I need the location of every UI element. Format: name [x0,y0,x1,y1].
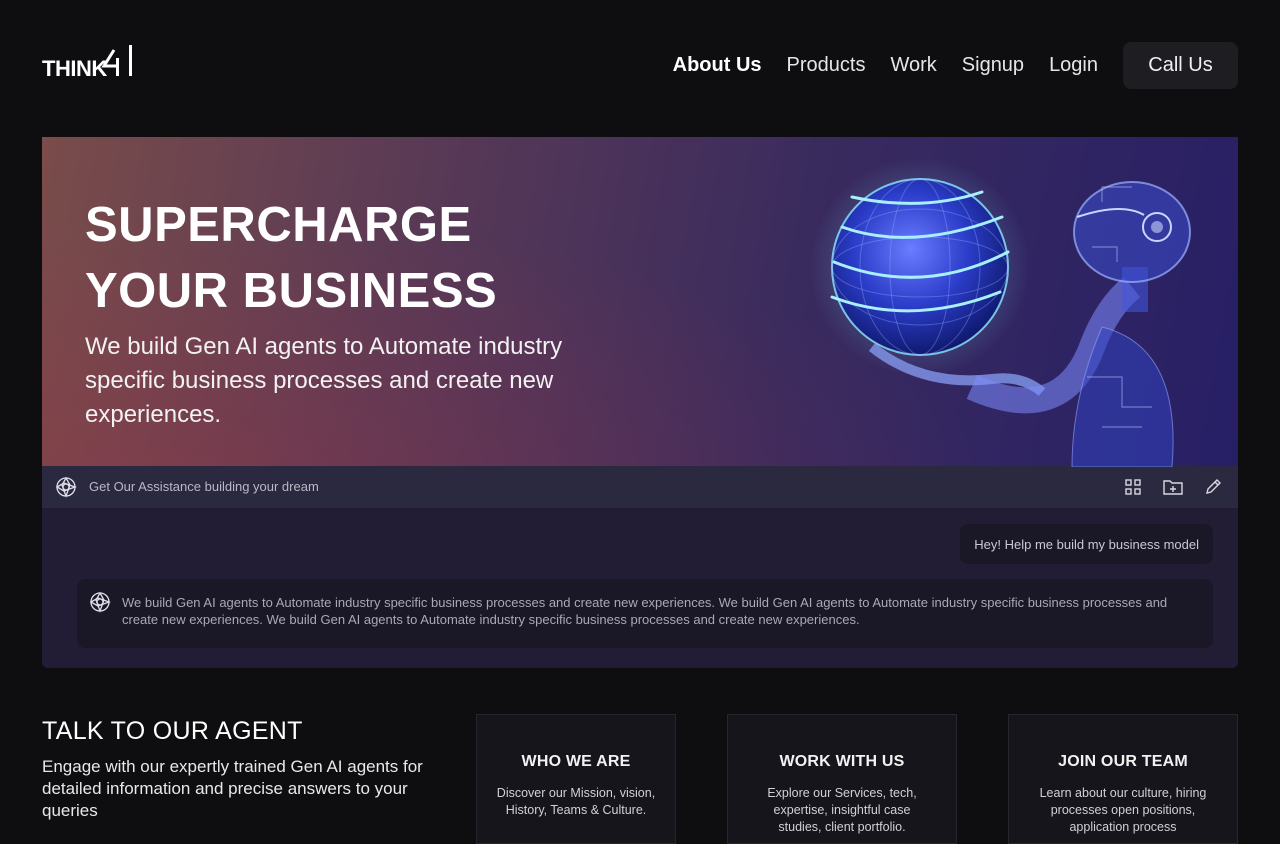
card-text: Learn about our culture, hiring processe… [1039,786,1207,834]
user-message: Hey! Help me build my business model [960,524,1213,564]
brand-mark-icon [101,45,132,76]
chat-toolbar-title: Get Our Assistance building your dream [89,479,319,494]
assistant-logo-icon [55,476,77,498]
card-work-with-us[interactable]: WORK WITH US Explore our Services, tech,… [727,714,957,844]
nav-work[interactable]: Work [890,54,936,77]
card-join-our-team[interactable]: JOIN OUR TEAM Learn about our culture, h… [1008,714,1238,844]
call-us-button[interactable]: Call Us [1123,42,1238,89]
card-title: WORK WITH US [779,753,905,770]
grid-icon[interactable] [1122,476,1144,498]
nav-signup[interactable]: Signup [962,54,1024,77]
ai-robot-globe-illustration [810,157,1191,467]
card-who-we-are[interactable]: WHO WE ARE Discover our Mission, vision,… [476,714,676,844]
agent-section-title: TALK TO OUR AGENT [42,717,303,745]
main-nav: About Us Products Work Signup Login Call… [648,42,1238,89]
folder-add-icon[interactable] [1162,476,1184,498]
hero-title-line-2: YOUR BUSINESS [85,264,498,318]
site-header: THINK About Us Products Work Signup Logi… [0,0,1280,130]
nav-about-us[interactable]: About Us [673,54,762,77]
hero-title: SUPERCHARGE YOUR BUSINESS [85,192,497,324]
card-title: JOIN OUR TEAM [1058,753,1188,770]
card-title: WHO WE ARE [521,753,631,770]
bot-message: We build Gen AI agents to Automate indus… [77,579,1213,648]
chat-panel: Get Our Assistance building your dream H… [42,466,1238,668]
card-text: Explore our Services, tech, expertise, i… [767,786,917,834]
nav-products[interactable]: Products [787,54,866,77]
logo[interactable]: THINK [42,44,138,81]
agent-section-description: Engage with our expertly trained Gen AI … [42,757,423,820]
bot-message-text: We build Gen AI agents to Automate indus… [122,595,1168,627]
hero-subtitle: We build Gen AI agents to Automate indus… [85,333,563,428]
logo-text: THINK [42,56,107,81]
hero-banner: SUPERCHARGE YOUR BUSINESS We build Gen A… [42,137,1238,467]
edit-pencil-icon[interactable] [1202,476,1224,498]
nav-login[interactable]: Login [1049,54,1098,77]
chat-toolbar-actions [1104,476,1224,498]
assistant-avatar-icon [89,591,111,613]
hero-title-line-1: SUPERCHARGE [85,198,472,252]
card-text: Discover our Mission, vision, History, T… [496,786,656,817]
chat-toolbar: Get Our Assistance building your dream [42,466,1238,508]
